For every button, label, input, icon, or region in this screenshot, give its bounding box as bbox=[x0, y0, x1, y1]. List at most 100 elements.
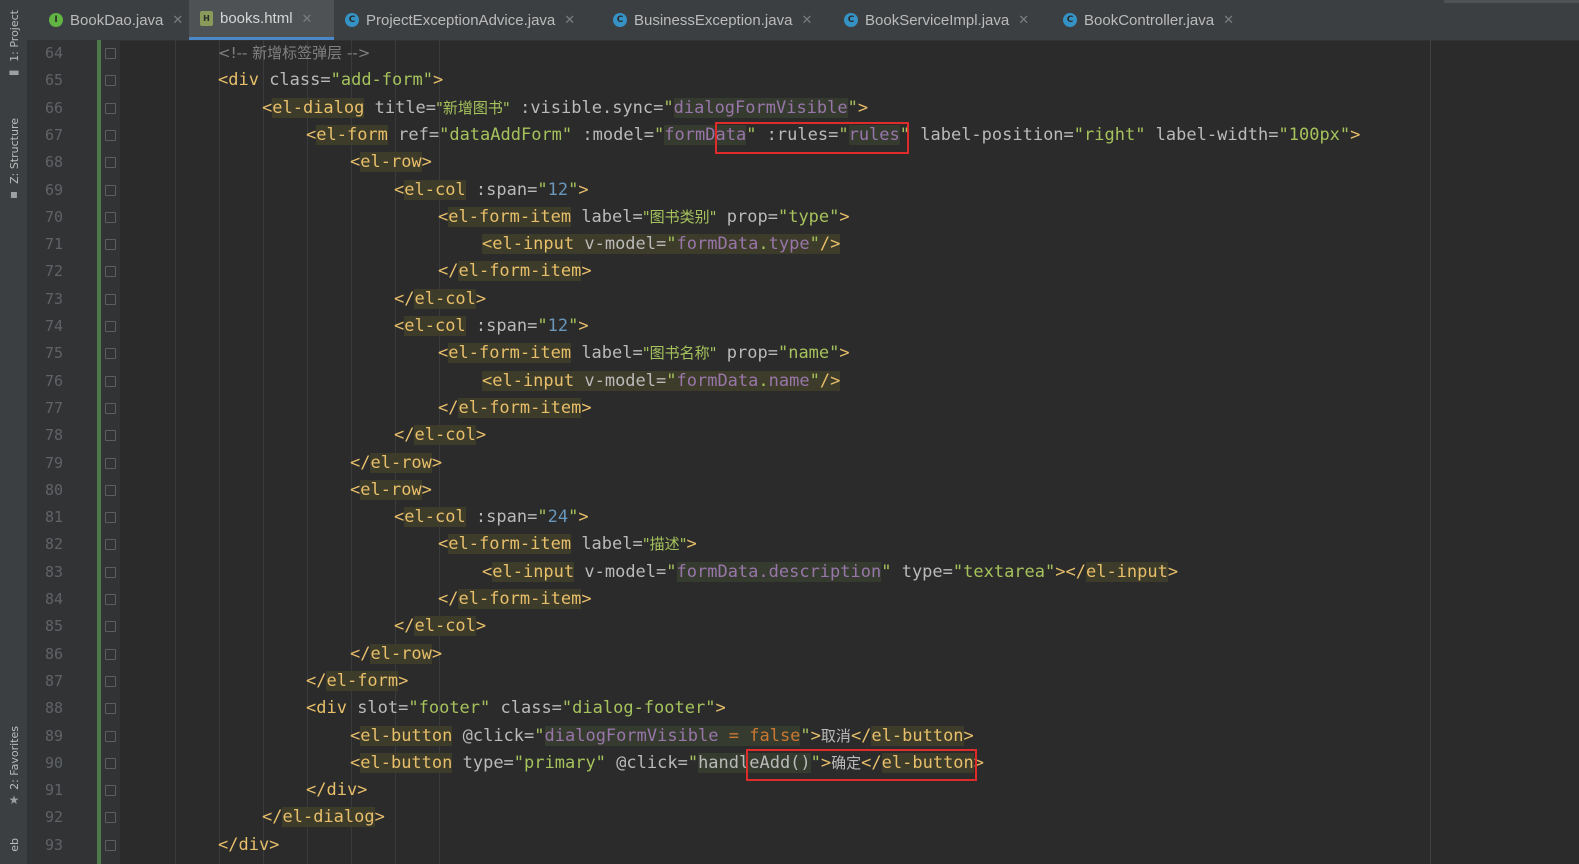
code-token: "图书名称" bbox=[642, 344, 717, 363]
fold-marker-icon[interactable] bbox=[105, 239, 116, 251]
code-token: "name" bbox=[777, 343, 840, 364]
code-token: " bbox=[537, 179, 548, 200]
tab-bookserviceimpl-java[interactable]: C BookServiceImpl.java ✕ bbox=[833, 0, 1052, 40]
code-line: </el-form-item> bbox=[438, 395, 592, 422]
code-token: </ bbox=[438, 589, 459, 609]
code-token: el-row bbox=[360, 479, 422, 500]
code-token: < bbox=[394, 179, 405, 200]
code-token: > bbox=[715, 698, 726, 719]
code-line: </el-col> bbox=[394, 286, 486, 313]
fold-marker-icon[interactable] bbox=[105, 129, 116, 141]
code-line: </el-row> bbox=[350, 450, 442, 477]
code-token: prop= bbox=[716, 206, 778, 227]
code-line: </el-dialog> bbox=[262, 804, 385, 831]
close-icon[interactable]: ✕ bbox=[172, 12, 183, 28]
code-token: "add-form" bbox=[330, 70, 433, 91]
fold-marker-icon[interactable] bbox=[105, 184, 116, 196]
close-icon[interactable]: ✕ bbox=[1223, 12, 1234, 28]
class-icon: C bbox=[613, 13, 627, 27]
code-token: > bbox=[578, 316, 589, 336]
code-token: " bbox=[568, 316, 579, 336]
code-token: "描述" bbox=[642, 535, 687, 554]
code-line: <el-input v-model="formData.name"/> bbox=[482, 368, 841, 395]
fold-marker-icon[interactable] bbox=[105, 757, 116, 769]
code-token: v-model= bbox=[574, 561, 667, 582]
fold-marker-icon[interactable] bbox=[105, 675, 116, 687]
tab-books-html[interactable]: Hbooks.html ✕ bbox=[189, 0, 334, 40]
tab-businessexception-java[interactable]: C BusinessException.java ✕ bbox=[602, 0, 833, 40]
code-token: formData bbox=[664, 124, 747, 145]
code-line: </el-col> bbox=[394, 613, 486, 640]
fold-marker-icon[interactable] bbox=[105, 484, 116, 496]
code-token: <div bbox=[306, 698, 358, 719]
code-line: </div> bbox=[306, 777, 367, 804]
close-icon[interactable]: ✕ bbox=[302, 11, 313, 27]
code-token: formData bbox=[676, 370, 759, 391]
code-token: el-col bbox=[404, 316, 466, 336]
vcs-change-bar bbox=[97, 40, 101, 864]
code-token: " bbox=[687, 752, 699, 773]
code-line: <el-dialog title="新增图书" :visible.sync="d… bbox=[262, 95, 868, 122]
fold-marker-icon[interactable] bbox=[105, 648, 116, 660]
line-number: 77 bbox=[44, 398, 63, 417]
code-token: :span= bbox=[465, 179, 538, 200]
tab-label: BookDao.java bbox=[70, 11, 164, 29]
fold-marker-icon[interactable] bbox=[105, 594, 116, 605]
code-token: @click= bbox=[605, 752, 688, 773]
code-token: " bbox=[666, 561, 677, 582]
fold-marker-icon[interactable] bbox=[105, 321, 116, 332]
code-token: "新增图书" bbox=[436, 98, 510, 117]
fold-marker-icon[interactable] bbox=[105, 375, 116, 387]
fold-marker-icon[interactable] bbox=[105, 75, 116, 87]
close-icon[interactable]: ✕ bbox=[564, 12, 575, 28]
fold-marker-icon[interactable] bbox=[105, 266, 116, 278]
code-line: <el-form-item label="图书名称" prop="name"> bbox=[438, 340, 850, 367]
code-line: <el-row> bbox=[350, 477, 432, 504]
fold-marker-icon[interactable] bbox=[105, 48, 116, 59]
code-token: 取消 bbox=[820, 726, 851, 745]
code-line: <el-col :span="12"> bbox=[394, 313, 589, 340]
code-token: > bbox=[810, 725, 821, 746]
code-token: " bbox=[899, 124, 911, 145]
code-token: 确定 bbox=[831, 753, 862, 772]
folder-icon: ▬ bbox=[8, 64, 20, 79]
fold-marker-icon[interactable] bbox=[105, 430, 116, 442]
close-icon[interactable]: ✕ bbox=[801, 12, 812, 28]
code-token: < bbox=[350, 725, 361, 746]
class-icon: C bbox=[1063, 13, 1077, 27]
fold-marker-icon[interactable] bbox=[105, 102, 116, 114]
editor-tab-bar: I BookDao.java ✕ Hbooks.html ✕ C ProjectExcept… bbox=[27, 0, 1579, 41]
fold-marker-icon[interactable] bbox=[105, 730, 116, 742]
code-line: </el-form-item> bbox=[438, 586, 592, 613]
fold-marker-icon[interactable] bbox=[105, 621, 116, 633]
fold-marker-icon[interactable] bbox=[105, 157, 116, 169]
close-icon[interactable]: ✕ bbox=[1018, 12, 1029, 28]
line-number: 76 bbox=[44, 371, 63, 390]
line-number: 70 bbox=[44, 207, 63, 226]
code-editor[interactable]: <!-- 新增标签弹层 --> <div class="add-form"> <el… bbox=[120, 40, 1579, 864]
fold-marker-icon[interactable] bbox=[105, 402, 116, 414]
code-token: > bbox=[581, 261, 592, 282]
fold-marker-icon[interactable] bbox=[105, 812, 116, 824]
fold-marker-icon[interactable] bbox=[105, 512, 116, 524]
fold-marker-icon[interactable] bbox=[105, 539, 116, 551]
fold-marker-icon[interactable] bbox=[105, 703, 116, 715]
web-tool-button[interactable]: eb bbox=[3, 838, 25, 852]
fold-marker-icon[interactable] bbox=[105, 293, 116, 305]
fold-marker-icon[interactable] bbox=[105, 348, 116, 360]
code-token: </ bbox=[262, 807, 283, 828]
structure-tool-button[interactable]: Z: Structure ▪ bbox=[3, 118, 25, 200]
tab-projectexceptionadvice-java[interactable]: C ProjectExceptionAdvice.java ✕ bbox=[334, 0, 602, 40]
fold-marker-icon[interactable] bbox=[105, 566, 116, 578]
fold-marker-icon[interactable] bbox=[105, 211, 116, 223]
favorites-tool-button[interactable]: 2: Favorites ★ bbox=[3, 726, 25, 806]
fold-marker-icon[interactable] bbox=[105, 785, 116, 797]
fold-marker-icon[interactable] bbox=[105, 839, 116, 851]
line-number: 65 bbox=[44, 71, 63, 90]
code-token: <div bbox=[218, 70, 270, 91]
tab-bookcontroller-java[interactable]: C BookController.java ✕ bbox=[1052, 0, 1257, 40]
fold-marker-icon[interactable] bbox=[105, 457, 116, 469]
code-token: . bbox=[758, 370, 769, 391]
project-tool-button[interactable]: 1: Project ▬ bbox=[3, 10, 25, 78]
tab-bookdao-java[interactable]: I BookDao.java ✕ bbox=[38, 0, 189, 40]
